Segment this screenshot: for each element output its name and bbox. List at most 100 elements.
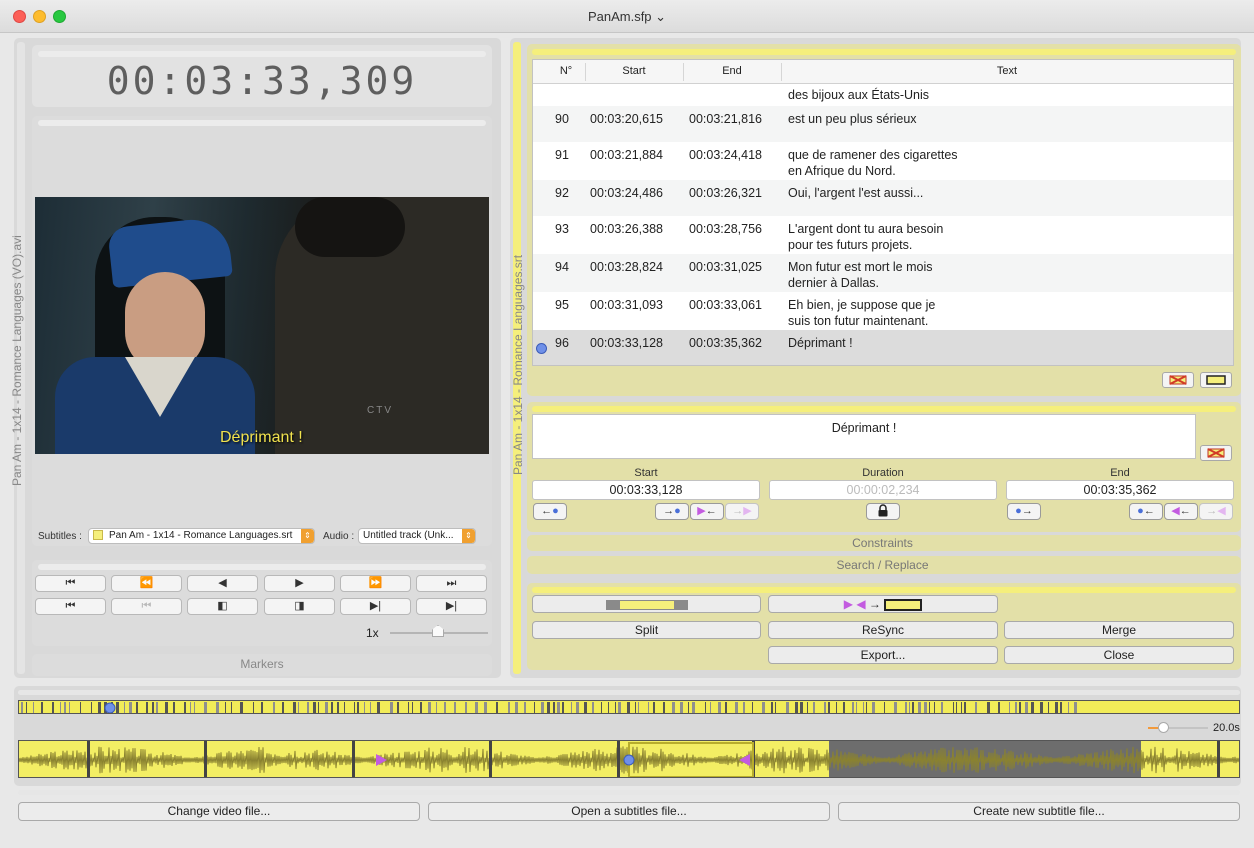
frame-forward-button[interactable]: ◨ — [264, 598, 335, 615]
audio-label: Audio : — [323, 531, 355, 542]
snap-start-left-button[interactable]: ▶← — [690, 503, 724, 520]
subtitle-overview-ribbon[interactable] — [18, 700, 1240, 714]
playhead-marker-icon[interactable] — [104, 702, 116, 713]
ribbon-tick — [337, 702, 339, 713]
step-back-button[interactable]: ◀ — [187, 575, 258, 592]
table-row[interactable]: 91 00:03:21,884 00:03:24,418 que de ramener… — [533, 142, 1233, 180]
video-strip — [38, 120, 486, 126]
previous-keyframe-button[interactable]: ⏮ — [111, 598, 182, 615]
row-end: 00:03:21,816 — [689, 112, 762, 126]
delete-subtitle-button[interactable] — [1162, 372, 1194, 388]
fill-gap-button[interactable]: ▶ ◀ → — [768, 595, 998, 613]
ribbon-tick — [370, 702, 371, 713]
table-row-partial[interactable]: des bijoux aux États-Unis — [533, 84, 1233, 106]
column-header-text[interactable]: Text — [781, 65, 1233, 77]
set-end-from-video-button[interactable]: ●← — [1129, 503, 1163, 520]
ribbon-tick — [225, 702, 226, 713]
skip-to-end-button[interactable]: ⏭ — [416, 575, 487, 592]
change-video-button[interactable]: Change video file... — [18, 802, 420, 821]
play-button[interactable]: ▶ — [264, 575, 335, 592]
fast-forward-button[interactable]: ⏩ — [340, 575, 411, 592]
row-start: 00:03:33,128 — [590, 336, 663, 350]
ribbon-tick — [964, 702, 966, 713]
waveform[interactable] — [18, 740, 1240, 778]
subtitle-boundary[interactable] — [352, 741, 355, 778]
table-row[interactable]: 92 00:03:24,486 00:03:26,321 Oui, l'argent … — [533, 180, 1233, 216]
subtitles-select[interactable]: Pan Am - 1x14 - Romance Languages.srt ⇕ — [88, 528, 315, 544]
duration-field[interactable]: 00:00:02,234 — [769, 480, 997, 500]
ribbon-tick — [752, 702, 753, 713]
ribbon-tick — [508, 702, 510, 713]
set-start-from-video-button[interactable]: ←● — [533, 503, 567, 520]
table-row[interactable]: 93 00:03:26,388 00:03:28,756 L'argent dont … — [533, 216, 1233, 254]
ribbon-tick — [307, 702, 309, 713]
close-button[interactable]: Close — [1004, 646, 1234, 664]
table-row[interactable]: 90 00:03:20,615 00:03:21,816 est un peu plu… — [533, 106, 1233, 142]
row-line1: est un peu plus sérieux — [788, 112, 917, 126]
lock-duration-button[interactable] — [866, 503, 900, 520]
playhead-marker-icon[interactable] — [623, 754, 635, 766]
constraints-title[interactable]: Constraints — [530, 536, 1235, 550]
snap-start-right-button[interactable]: →▶ — [725, 503, 759, 520]
start-time-field[interactable]: 00:03:33,128 — [532, 480, 760, 500]
create-subtitles-button[interactable]: Create new subtitle file... — [838, 802, 1240, 821]
ribbon-tick — [136, 702, 138, 713]
row-start: 00:03:28,824 — [590, 260, 663, 274]
resync-button[interactable]: ReSync — [768, 621, 998, 639]
merge-button[interactable]: Merge — [1004, 621, 1234, 639]
subtitle-overview-chart — [21, 702, 1077, 713]
ribbon-tick — [688, 702, 689, 713]
subtitle-boundary[interactable] — [87, 741, 90, 778]
column-header-end[interactable]: End — [683, 65, 781, 77]
ribbon-tick — [41, 702, 43, 713]
table-row[interactable]: 94 00:03:28,824 00:03:31,025 Mon futur est … — [533, 254, 1233, 292]
ribbon-tick — [705, 702, 706, 713]
row-line1: que de ramener des cigarettes — [788, 148, 958, 162]
snap-end-left-button[interactable]: ◀← — [1164, 503, 1198, 520]
row-n: 93 — [555, 222, 569, 236]
clear-text-button[interactable] — [1200, 445, 1232, 461]
subtitle-text-editor[interactable]: Déprimant ! — [532, 414, 1196, 459]
table-row[interactable]: 95 00:03:31,093 00:03:33,061 Eh bien, je su… — [533, 292, 1233, 330]
ribbon-tick — [953, 702, 954, 713]
ribbon-tick — [1040, 702, 1043, 713]
subtitle-boundary[interactable] — [204, 741, 207, 778]
skip-to-start-button[interactable]: ⏮ — [35, 575, 106, 592]
subtitle-boundary[interactable] — [489, 741, 492, 778]
subtitle-table[interactable]: des bijoux aux États-Unis 90 00:03:20,615… — [532, 59, 1234, 366]
table-row[interactable]: 96 00:03:33,128 00:03:35,362 Déprimant ! — [533, 330, 1233, 365]
next-keyframe-button[interactable]: ▶| — [340, 598, 411, 615]
column-header-number[interactable]: N° — [551, 65, 581, 77]
open-subtitles-button[interactable]: Open a subtitles file... — [428, 802, 830, 821]
video-frame[interactable]: CTV Déprimant ! — [35, 197, 489, 454]
split-button[interactable]: Split — [532, 621, 761, 639]
end-time-field[interactable]: 00:03:35,362 — [1006, 480, 1234, 500]
extend-subtitle-button[interactable] — [532, 595, 761, 613]
audio-select[interactable]: Untitled track (Unk... ⇕ — [358, 528, 476, 544]
export-button[interactable]: Export... — [768, 646, 998, 664]
search-replace-title[interactable]: Search / Replace — [530, 558, 1235, 572]
next-subtitle-button[interactable]: ▶| — [416, 598, 487, 615]
column-header-start[interactable]: Start — [585, 65, 683, 77]
go-to-end-button[interactable]: ●→ — [1007, 503, 1041, 520]
zoom-value: 20.0s — [1213, 722, 1240, 734]
ribbon-tick — [465, 702, 467, 713]
end-marker-icon[interactable] — [739, 754, 750, 766]
snap-end-right-button[interactable]: →◀ — [1199, 503, 1233, 520]
markers-section[interactable]: Markers — [32, 654, 492, 676]
previous-subtitle-button[interactable]: ⏮ — [35, 598, 106, 615]
subtitle-boundary[interactable] — [617, 741, 620, 778]
frame-back-button[interactable]: ◧ — [187, 598, 258, 615]
ribbon-tick — [454, 702, 456, 713]
go-to-start-button[interactable]: →● — [655, 503, 689, 520]
ribbon-tick — [515, 702, 518, 713]
fast-rewind-button[interactable]: ⏪ — [111, 575, 182, 592]
add-subtitle-button[interactable] — [1200, 372, 1232, 388]
ribbon-tick — [1068, 702, 1069, 713]
title-bar: PanAm.sfp ⌄ — [0, 0, 1254, 33]
ribbon-tick — [21, 702, 23, 713]
subtitle-boundary[interactable] — [1217, 741, 1220, 778]
window-title[interactable]: PanAm.sfp ⌄ — [0, 9, 1254, 25]
timeline-strip — [18, 690, 1240, 695]
zoom-slider-knob[interactable] — [1158, 722, 1169, 733]
